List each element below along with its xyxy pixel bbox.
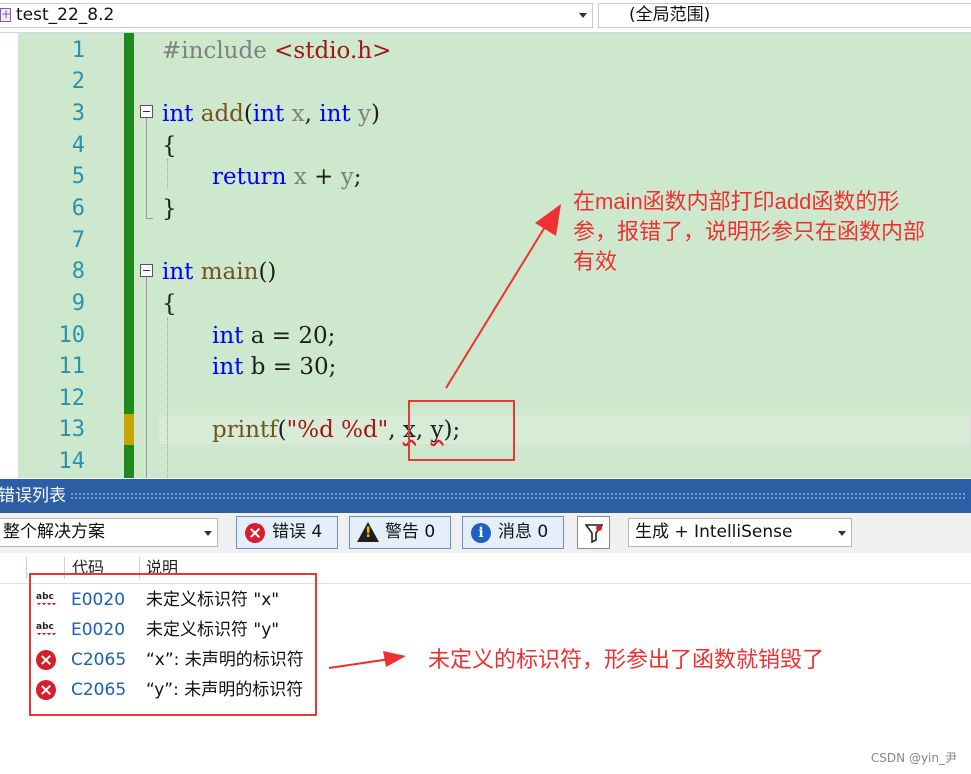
navigation-bar: test_22_8.2 (全局范围) xyxy=(0,0,971,33)
annotation-line: 在main函数内部打印add函数的形 xyxy=(573,189,900,214)
code-line-3: int add(int x, int y) xyxy=(162,99,380,129)
saved-changes-bar xyxy=(124,445,134,478)
build-source-dropdown[interactable]: 生成 + IntelliSense xyxy=(628,518,852,547)
messages-toggle-button[interactable]: i 消息 0 xyxy=(462,516,564,549)
warning-icon xyxy=(357,522,379,542)
fold-guide xyxy=(146,277,147,478)
line-number: 1 xyxy=(71,38,85,63)
keyword: int xyxy=(319,101,351,127)
line-number: 14 xyxy=(58,449,86,474)
punctuation: , xyxy=(388,417,403,443)
error-icon xyxy=(245,523,265,543)
c-file-icon xyxy=(0,3,11,26)
error-list-toolbar: 整个解决方案 错误 4 警告 0 i 消息 0 生成 + IntelliSens… xyxy=(0,513,971,553)
code-line-8: int main() xyxy=(162,257,276,287)
keyword: return xyxy=(212,164,287,190)
chevron-down-icon[interactable] xyxy=(838,531,846,536)
errors-toggle-button[interactable]: 错误 4 xyxy=(236,516,338,549)
unsaved-changes-bar xyxy=(124,414,134,445)
line-number: 6 xyxy=(71,196,85,221)
annotation-note-top: 在main函数内部打印add函数的形 参，报错了，说明形参只在函数内部 有效 xyxy=(573,187,971,277)
line-number: 5 xyxy=(71,164,85,189)
annotation-line: 参，报错了，说明形参只在函数内部 xyxy=(573,219,926,244)
scope-selector-dropdown[interactable]: (全局范围) xyxy=(598,3,971,28)
line-number: 7 xyxy=(71,228,85,253)
line-number: 12 xyxy=(58,386,86,411)
keyword: int xyxy=(162,259,194,285)
preprocessor-directive: #include xyxy=(162,38,267,64)
file-name: test_22_8.2 xyxy=(16,5,115,25)
punctuation: ; xyxy=(353,164,362,190)
keyword: int xyxy=(212,323,244,349)
code-line-1: #include <stdio.h> xyxy=(162,36,391,66)
line-number: 8 xyxy=(71,259,85,284)
keyword: int xyxy=(162,101,194,127)
highlight-box-params xyxy=(408,400,515,461)
punctuation: ( xyxy=(243,101,253,127)
column-separator[interactable] xyxy=(26,557,27,579)
line-number: 2 xyxy=(71,69,85,94)
annotation-line: 有效 xyxy=(573,249,618,274)
punctuation: ) xyxy=(370,101,380,127)
collapse-toggle-icon[interactable] xyxy=(140,105,153,118)
saved-changes-bar xyxy=(124,33,134,414)
errors-count-label: 错误 4 xyxy=(272,522,323,542)
include-path: <stdio.h> xyxy=(274,38,392,64)
statement: a = 20; xyxy=(250,323,336,349)
parameter: x xyxy=(291,101,305,127)
line-number: 13 xyxy=(58,417,86,442)
error-list-title-bar[interactable]: 错误列表 xyxy=(0,479,971,513)
scope-label: (全局范围) xyxy=(629,5,711,25)
function-name: printf xyxy=(212,417,278,443)
parameter: y xyxy=(357,101,371,127)
warnings-toggle-button[interactable]: 警告 0 xyxy=(349,516,451,549)
keyword: int xyxy=(212,354,244,380)
code-line-11: int b = 30; xyxy=(212,352,336,382)
string-literal: "%d %d" xyxy=(286,417,389,443)
code-line-9: { xyxy=(162,291,177,317)
function-name: add xyxy=(200,101,244,127)
messages-count-label: 消息 0 xyxy=(498,522,549,542)
collapse-toggle-icon[interactable] xyxy=(140,264,153,277)
punctuation: () xyxy=(258,259,277,285)
scope-filter-label: 整个解决方案 xyxy=(3,522,105,542)
line-number: 9 xyxy=(71,291,85,316)
code-line-6: } xyxy=(162,196,177,222)
panel-title: 错误列表 xyxy=(0,486,66,506)
parameter: x xyxy=(293,164,307,190)
indent-guide xyxy=(167,159,169,189)
keyword: int xyxy=(252,101,285,127)
statement: b = 30; xyxy=(250,354,337,380)
parameter: y xyxy=(340,164,354,190)
chevron-down-icon[interactable] xyxy=(579,13,587,18)
punctuation: ( xyxy=(277,417,287,443)
info-icon: i xyxy=(471,523,491,543)
line-number: 3 xyxy=(71,101,85,126)
chevron-down-icon[interactable] xyxy=(204,531,212,536)
line-number: 11 xyxy=(58,354,86,379)
fold-guide-end xyxy=(146,218,153,219)
filter-button[interactable] xyxy=(577,516,610,549)
highlight-box-errors xyxy=(29,573,317,716)
code-line-10: int a = 20; xyxy=(212,321,335,351)
drag-grip[interactable] xyxy=(70,492,967,499)
annotation-note-bottom: 未定义的标识符，形参出了函数就销毁了 xyxy=(428,647,825,672)
operator: + xyxy=(306,164,341,190)
punctuation: , xyxy=(304,101,320,127)
code-line-4: { xyxy=(162,133,177,159)
filter-icon xyxy=(585,524,603,543)
warnings-count-label: 警告 0 xyxy=(385,522,436,542)
code-line-5: return x + y; xyxy=(212,162,361,192)
indent-guide xyxy=(167,318,169,478)
line-number: 4 xyxy=(71,133,85,158)
line-number: 10 xyxy=(58,323,86,348)
file-selector-dropdown[interactable]: test_22_8.2 xyxy=(0,3,593,28)
function-name: main xyxy=(200,259,259,285)
watermark: CSDN @yin_尹 xyxy=(870,751,957,765)
build-source-label: 生成 + IntelliSense xyxy=(635,522,793,542)
scope-filter-dropdown[interactable]: 整个解决方案 xyxy=(0,518,218,547)
fold-guide xyxy=(146,118,147,218)
